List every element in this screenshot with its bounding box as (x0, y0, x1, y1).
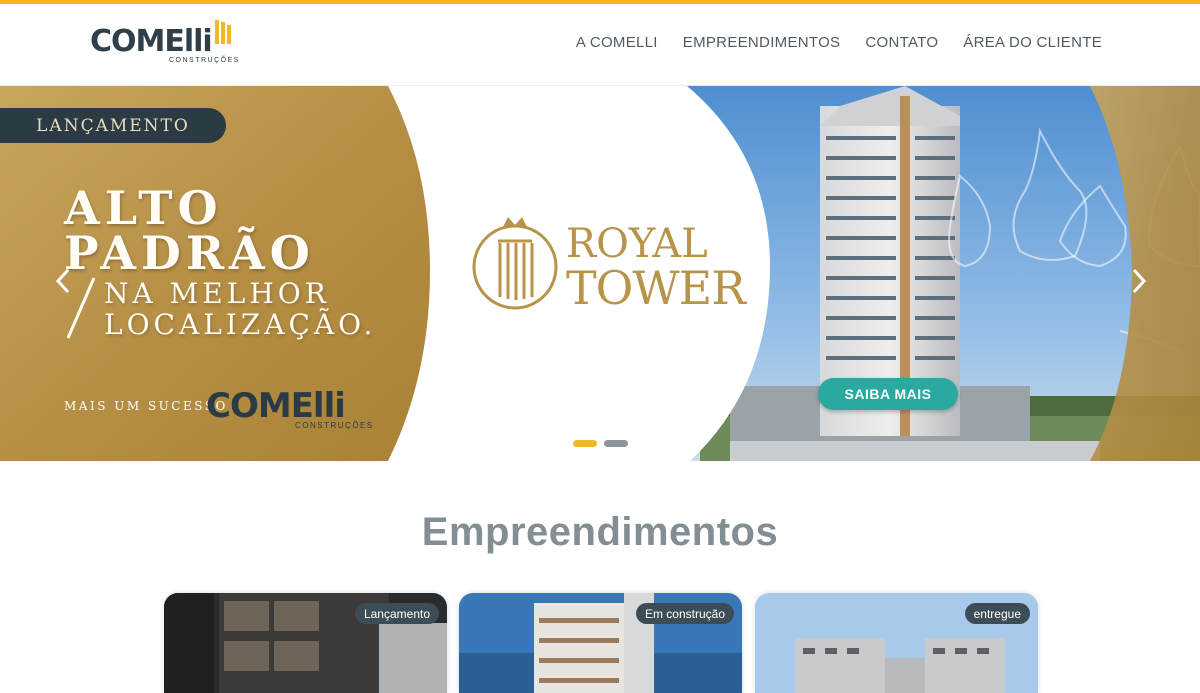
carousel-indicators (573, 440, 628, 447)
subline-line-1: NA MELHOR (104, 277, 330, 310)
saiba-mais-button[interactable]: SAIBA MAIS (818, 378, 958, 410)
logo-subtitle: CONSTRUÇÕES (169, 57, 240, 64)
site-header: COMElli CONSTRUÇÕES A COMELLI EMPREENDIM… (0, 4, 1200, 86)
nav-area-do-cliente[interactable]: ÁREA DO CLIENTE (963, 34, 1102, 51)
crown-emblem-icon (472, 217, 558, 310)
project-card-3[interactable]: entregue (755, 593, 1038, 693)
section-title: Empreendimentos (421, 510, 779, 554)
status-badge: entregue (964, 603, 1030, 624)
royal-word: ROYAL (566, 221, 708, 267)
hero-headline: ALTO PADRÃO (64, 181, 315, 280)
nav-empreendimentos[interactable]: EMPREENDIMENTOS (683, 34, 841, 51)
subline-line-2: LOCALIZAÇÃO. (104, 308, 377, 341)
project-card-2[interactable]: Em construção (459, 593, 742, 693)
royal-tower-logo: ROYAL TOWER (566, 221, 746, 315)
hero-brand-subtitle: CONSTRUÇÕES (295, 421, 374, 430)
nav-contato[interactable]: CONTATO (865, 34, 938, 51)
comelli-logo[interactable]: COMElli CONSTRUÇÕES (90, 20, 240, 70)
carousel-dot-1[interactable] (573, 440, 597, 447)
logo-wordmark: COMElli (90, 24, 213, 59)
headline-line-2: PADRÃO (64, 226, 315, 280)
hero-carousel: LANÇAMENTO ALTO PADRÃO NA MELHOR LOCALIZ… (0, 86, 1200, 461)
mais-um-sucesso-text: MAIS UM SUCESSO (64, 399, 228, 413)
launch-badge: LANÇAMENTO (0, 108, 226, 143)
nav-a-comelli[interactable]: A COMELLI (576, 34, 658, 51)
hero-brand-wordmark: COMElli (206, 386, 346, 426)
chevron-right-icon[interactable] (1126, 266, 1150, 296)
main-nav: A COMELLI EMPREENDIMENTOS CONTATO ÁREA D… (576, 34, 1102, 51)
logo-bars-icon (215, 20, 231, 44)
status-badge: Em construção (635, 603, 734, 624)
project-card-1[interactable]: Lançamento (164, 593, 447, 693)
status-badge: Lançamento (354, 603, 439, 624)
chevron-left-icon[interactable] (52, 266, 76, 296)
headline-line-1: ALTO (64, 181, 223, 235)
hero-subline: NA MELHOR LOCALIZAÇÃO. (104, 278, 376, 340)
tower-word: TOWER (566, 261, 746, 315)
carousel-dot-2[interactable] (604, 440, 628, 447)
